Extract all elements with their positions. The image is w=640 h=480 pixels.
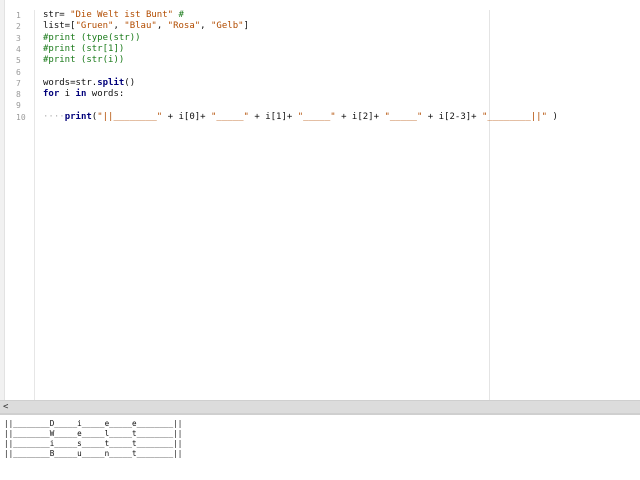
string-literal: "_____"	[297, 111, 336, 122]
outer-gutter	[0, 0, 5, 400]
indent-guide: ····	[43, 111, 65, 122]
string-literal: "Gruen"	[75, 21, 114, 32]
string-literal: "||________"	[97, 111, 163, 122]
code-token: ,	[113, 21, 125, 32]
line-number: 8	[16, 90, 21, 100]
code-line-10[interactable]: ····print("||________" + i[0]+ "_____" +…	[43, 112, 558, 123]
right-margin-guide	[489, 10, 490, 400]
string-literal: "Rosa"	[167, 21, 201, 32]
line-number: 4	[16, 44, 21, 54]
output-line: ||________W_____e_____l_____t________||	[4, 429, 183, 438]
string-literal: "Blau"	[124, 21, 157, 32]
code-token: words=str.	[43, 77, 98, 88]
line-number: 5	[16, 56, 21, 66]
code-token: ]	[243, 21, 249, 32]
output-line: ||________B_____u_____n_____t________||	[4, 449, 183, 458]
code-editor[interactable]: 1 2 3 4 5 6 7 8 9 10 str= "Die Welt ist …	[0, 0, 640, 400]
string-literal: "Die Welt ist Bunt"	[70, 10, 174, 20]
code-token: str=	[43, 10, 71, 20]
output-line: ||________D_____i_____e_____e________||	[4, 419, 183, 428]
code-token: + i[1]+	[248, 111, 298, 122]
output-line: ||________i_____s_____t_____t________||	[4, 439, 183, 448]
code-line-1[interactable]: str= "Die Welt ist Bunt" #	[43, 10, 184, 21]
line-number: 10	[16, 112, 26, 122]
code-token: + i[2-3]+	[422, 111, 482, 122]
string-literal: "_____"	[384, 111, 423, 122]
keyword: for	[43, 89, 60, 100]
string-literal: "Gelb"	[211, 21, 244, 32]
function-name: print	[64, 111, 92, 122]
line-number: 7	[16, 78, 21, 88]
code-token: ()	[124, 77, 136, 88]
line-number: 1	[16, 11, 21, 20]
code-line-5[interactable]: #print (str(i))	[43, 55, 124, 66]
method-name: split	[97, 77, 125, 88]
keyword: in	[75, 89, 87, 100]
comment: #	[173, 10, 184, 20]
code-token: i	[59, 89, 76, 100]
code-token: + i[2]+	[335, 111, 385, 122]
line-number: 2	[16, 22, 21, 32]
code-line-7[interactable]: words=str.split()	[43, 78, 135, 89]
line-number-gutter: 1 2 3 4 5 6 7 8 9 10	[12, 10, 35, 400]
string-literal: "_____"	[211, 111, 249, 122]
line-number: 3	[16, 33, 21, 43]
code-token: )	[547, 111, 558, 122]
code-token: list=[	[43, 21, 76, 32]
line-number: 9	[16, 101, 21, 111]
code-line-2[interactable]: list=["Gruen", "Blau", "Rosa", "Gelb"]	[43, 21, 249, 32]
code-token: ,	[200, 21, 212, 32]
code-token: ,	[156, 21, 168, 32]
string-literal: "________||"	[482, 111, 548, 122]
code-token: + i[0]+	[162, 111, 212, 122]
code-line-8[interactable]: for i in words:	[43, 89, 124, 100]
line-number: 6	[16, 67, 21, 77]
code-line-4[interactable]: #print (str[1])	[43, 44, 124, 55]
code-line-3[interactable]: #print (type(str))	[43, 33, 141, 44]
horizontal-scrollbar[interactable]: <	[0, 400, 640, 413]
output-console[interactable]: ||________D_____i_____e_____e________|| …	[0, 415, 640, 480]
code-token: words:	[86, 89, 125, 100]
scroll-left-arrow-icon[interactable]: <	[3, 401, 8, 413]
